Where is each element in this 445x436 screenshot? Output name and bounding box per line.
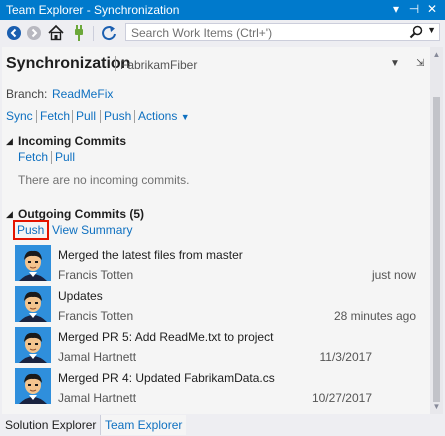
sync-link[interactable]: Sync bbox=[6, 109, 33, 123]
pull-link[interactable]: Pull bbox=[76, 109, 96, 123]
fetch-link[interactable]: Fetch bbox=[40, 109, 70, 123]
page-title: Synchronization bbox=[6, 55, 131, 72]
chevron-down-icon[interactable]: ▼ bbox=[427, 25, 436, 35]
scroll-down-arrow-icon[interactable]: ▼ bbox=[432, 402, 441, 411]
commit-time: 10/27/2017 bbox=[311, 391, 372, 405]
outgoing-push-link[interactable]: Push bbox=[17, 223, 44, 237]
pin-button[interactable]: ⊣ bbox=[406, 1, 422, 18]
commit-time: 28 minutes ago bbox=[333, 309, 416, 323]
actions-menu-label: Actions bbox=[138, 109, 178, 123]
push-link[interactable]: Push bbox=[104, 109, 131, 123]
scroll-thumb[interactable] bbox=[433, 97, 440, 402]
search-icon[interactable] bbox=[409, 25, 423, 42]
branch-link[interactable]: ReadMeFix bbox=[52, 87, 113, 101]
action-separator bbox=[72, 110, 73, 123]
avatar bbox=[15, 245, 51, 281]
connect-button[interactable] bbox=[71, 23, 89, 43]
refresh-button[interactable] bbox=[100, 23, 118, 43]
page-subtitle: FabrikamFiber bbox=[120, 58, 198, 72]
avatar bbox=[15, 327, 51, 363]
scroll-up-arrow-icon[interactable]: ▲ bbox=[432, 50, 441, 59]
commit-author: Francis Totten bbox=[58, 268, 134, 282]
search-input[interactable]: Search Work Items (Ctrl+') ▼ bbox=[125, 23, 440, 41]
outgoing-commits-heading[interactable]: Outgoing Commits (5) bbox=[18, 207, 144, 221]
tab-solution-explorer[interactable]: Solution Explorer bbox=[1, 415, 101, 435]
avatar bbox=[15, 286, 51, 322]
action-separator bbox=[51, 151, 52, 164]
bottom-tab-strip: Solution Explorer Team Explorer bbox=[0, 414, 445, 436]
view-summary-link[interactable]: View Summary bbox=[52, 223, 132, 237]
avatar bbox=[15, 368, 51, 404]
search-placeholder: Search Work Items (Ctrl+') bbox=[131, 26, 273, 40]
commit-author: Francis Totten bbox=[58, 309, 134, 323]
home-icon bbox=[48, 24, 64, 41]
action-separator bbox=[36, 110, 37, 123]
page-refresh-icon[interactable]: ⇲ bbox=[416, 58, 424, 69]
window-menu-button[interactable]: ▾ bbox=[388, 1, 404, 18]
toolbar-separator bbox=[93, 26, 94, 41]
branch-label: Branch: bbox=[6, 87, 48, 101]
synchronization-panel: Synchronization FabrikamFiber ▼ ⇲ Branch… bbox=[2, 47, 430, 414]
back-button[interactable] bbox=[6, 23, 24, 43]
window-title: Team Explorer - Synchronization bbox=[6, 3, 180, 17]
tab-team-explorer[interactable]: Team Explorer bbox=[100, 415, 187, 435]
back-arrow-icon bbox=[7, 26, 21, 40]
title-bar: Team Explorer - Synchronization ▾ ⊣ ✕ bbox=[0, 0, 445, 20]
forward-arrow-icon bbox=[27, 26, 41, 40]
chevron-down-icon: ▼ bbox=[180, 112, 190, 122]
action-separator bbox=[100, 110, 101, 123]
action-separator bbox=[134, 110, 135, 123]
vertical-scrollbar[interactable]: ▲ ▼ bbox=[430, 47, 443, 414]
title-separator bbox=[115, 56, 116, 71]
commit-title[interactable]: Merged PR 5: Add ReadMe.txt to project bbox=[58, 330, 273, 344]
refresh-icon bbox=[102, 26, 116, 41]
commit-time: just now bbox=[371, 268, 416, 282]
incoming-pull-link[interactable]: Pull bbox=[55, 150, 75, 164]
close-button[interactable]: ✕ bbox=[424, 1, 440, 18]
forward-button[interactable] bbox=[26, 23, 44, 43]
commit-title[interactable]: Merged the latest files from master bbox=[58, 248, 243, 262]
incoming-commits-heading[interactable]: Incoming Commits bbox=[18, 134, 126, 148]
collapse-triangle-icon[interactable]: ◢ bbox=[6, 209, 13, 220]
commit-author: Jamal Hartnett bbox=[58, 350, 137, 364]
incoming-empty-message: There are no incoming commits. bbox=[18, 173, 190, 187]
commit-time: 11/3/2017 bbox=[319, 350, 373, 364]
actions-menu[interactable]: Actions ▼ bbox=[138, 109, 190, 123]
collapse-triangle-icon[interactable]: ◢ bbox=[6, 136, 13, 147]
commit-title[interactable]: Merged PR 4: Updated FabrikamData.cs bbox=[58, 371, 275, 385]
plug-icon bbox=[75, 25, 83, 41]
page-options-dropdown[interactable]: ▼ bbox=[390, 58, 400, 69]
commit-title[interactable]: Updates bbox=[58, 289, 103, 303]
incoming-fetch-link[interactable]: Fetch bbox=[18, 150, 48, 164]
commit-author: Jamal Hartnett bbox=[58, 391, 137, 405]
toolbar: Search Work Items (Ctrl+') ▼ bbox=[0, 20, 445, 46]
home-button[interactable] bbox=[47, 23, 65, 43]
